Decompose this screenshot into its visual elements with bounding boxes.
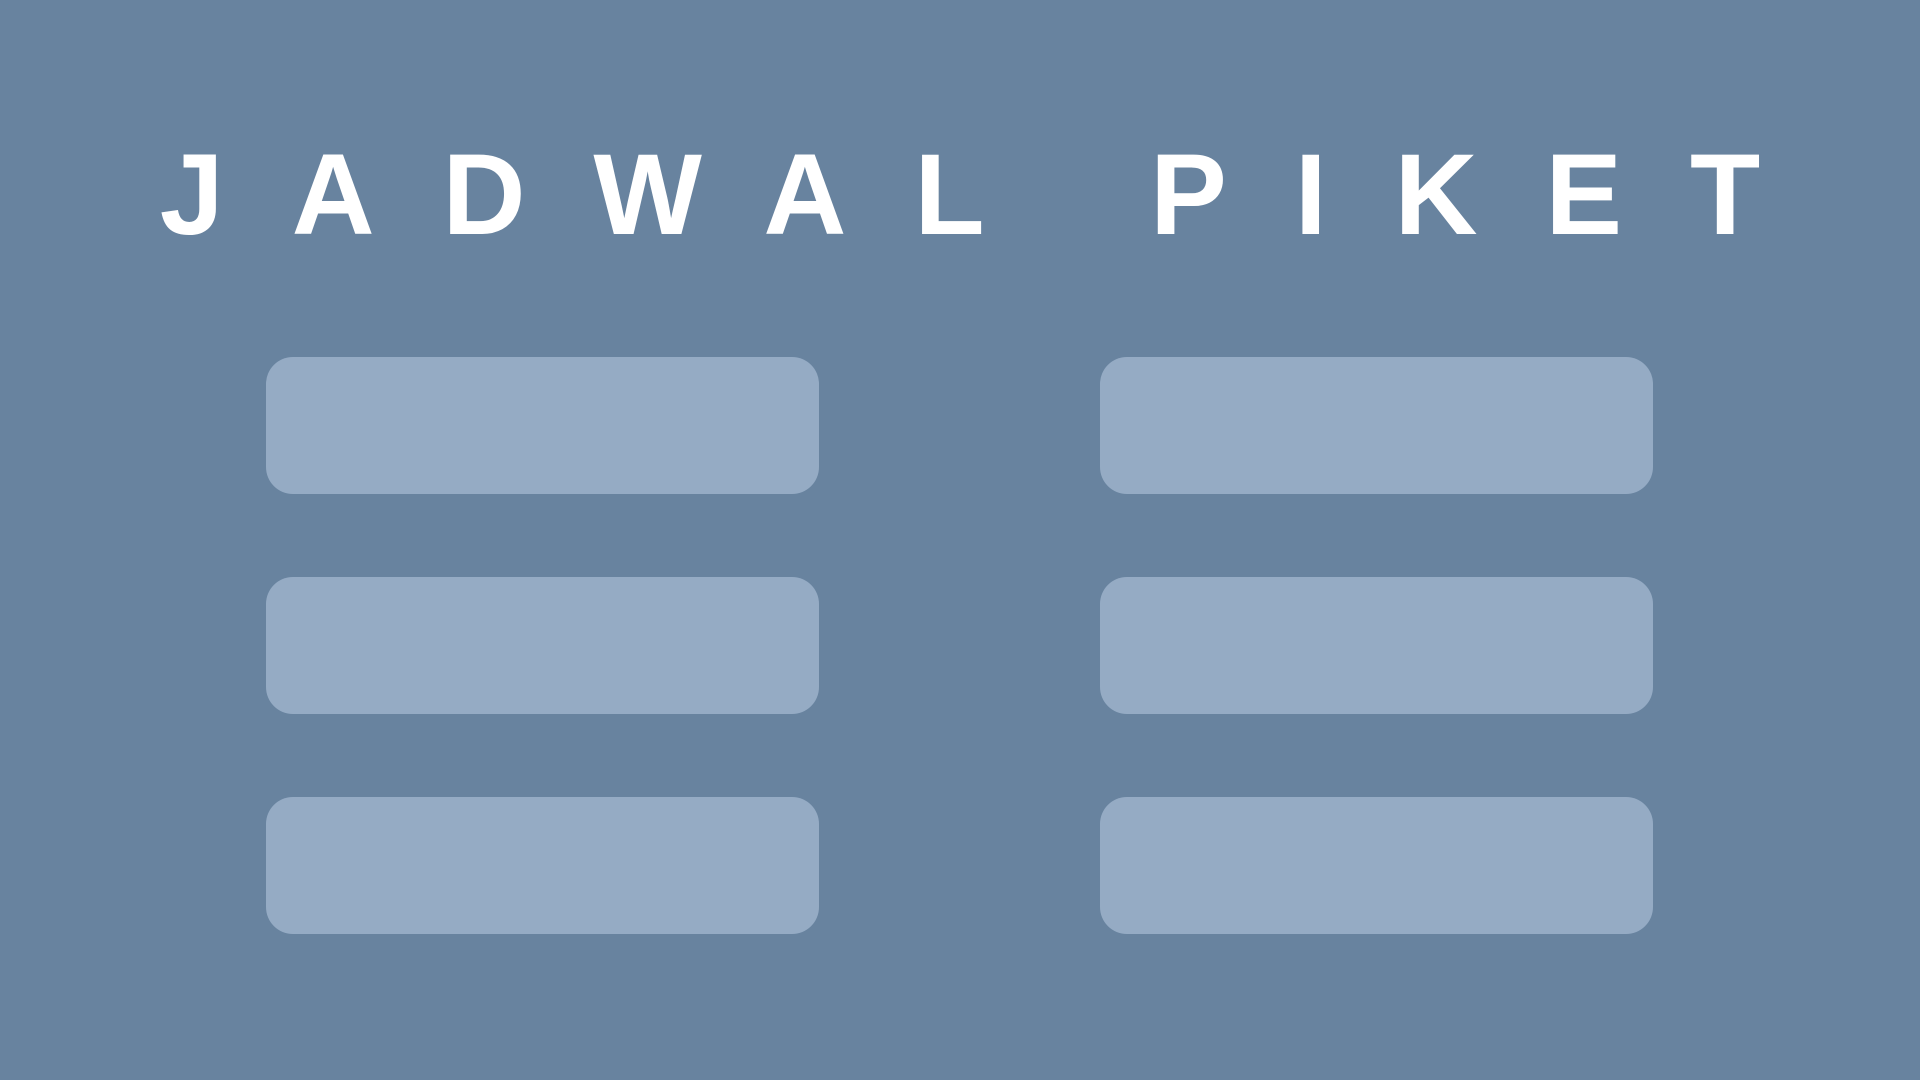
schedule-slot-right-3[interactable] bbox=[1100, 797, 1653, 934]
schedule-slot-right-2[interactable] bbox=[1100, 577, 1653, 714]
page-title: JADWAL PIKET bbox=[159, 131, 1829, 259]
schedule-slot-left-3[interactable] bbox=[266, 797, 819, 934]
schedule-slot-right-1[interactable] bbox=[1100, 357, 1653, 494]
schedule-slot-left-1[interactable] bbox=[266, 357, 819, 494]
schedule-slot-left-2[interactable] bbox=[266, 577, 819, 714]
page-background: { "title": "JADWAL PIKET", "colors": { "… bbox=[0, 0, 1920, 1080]
